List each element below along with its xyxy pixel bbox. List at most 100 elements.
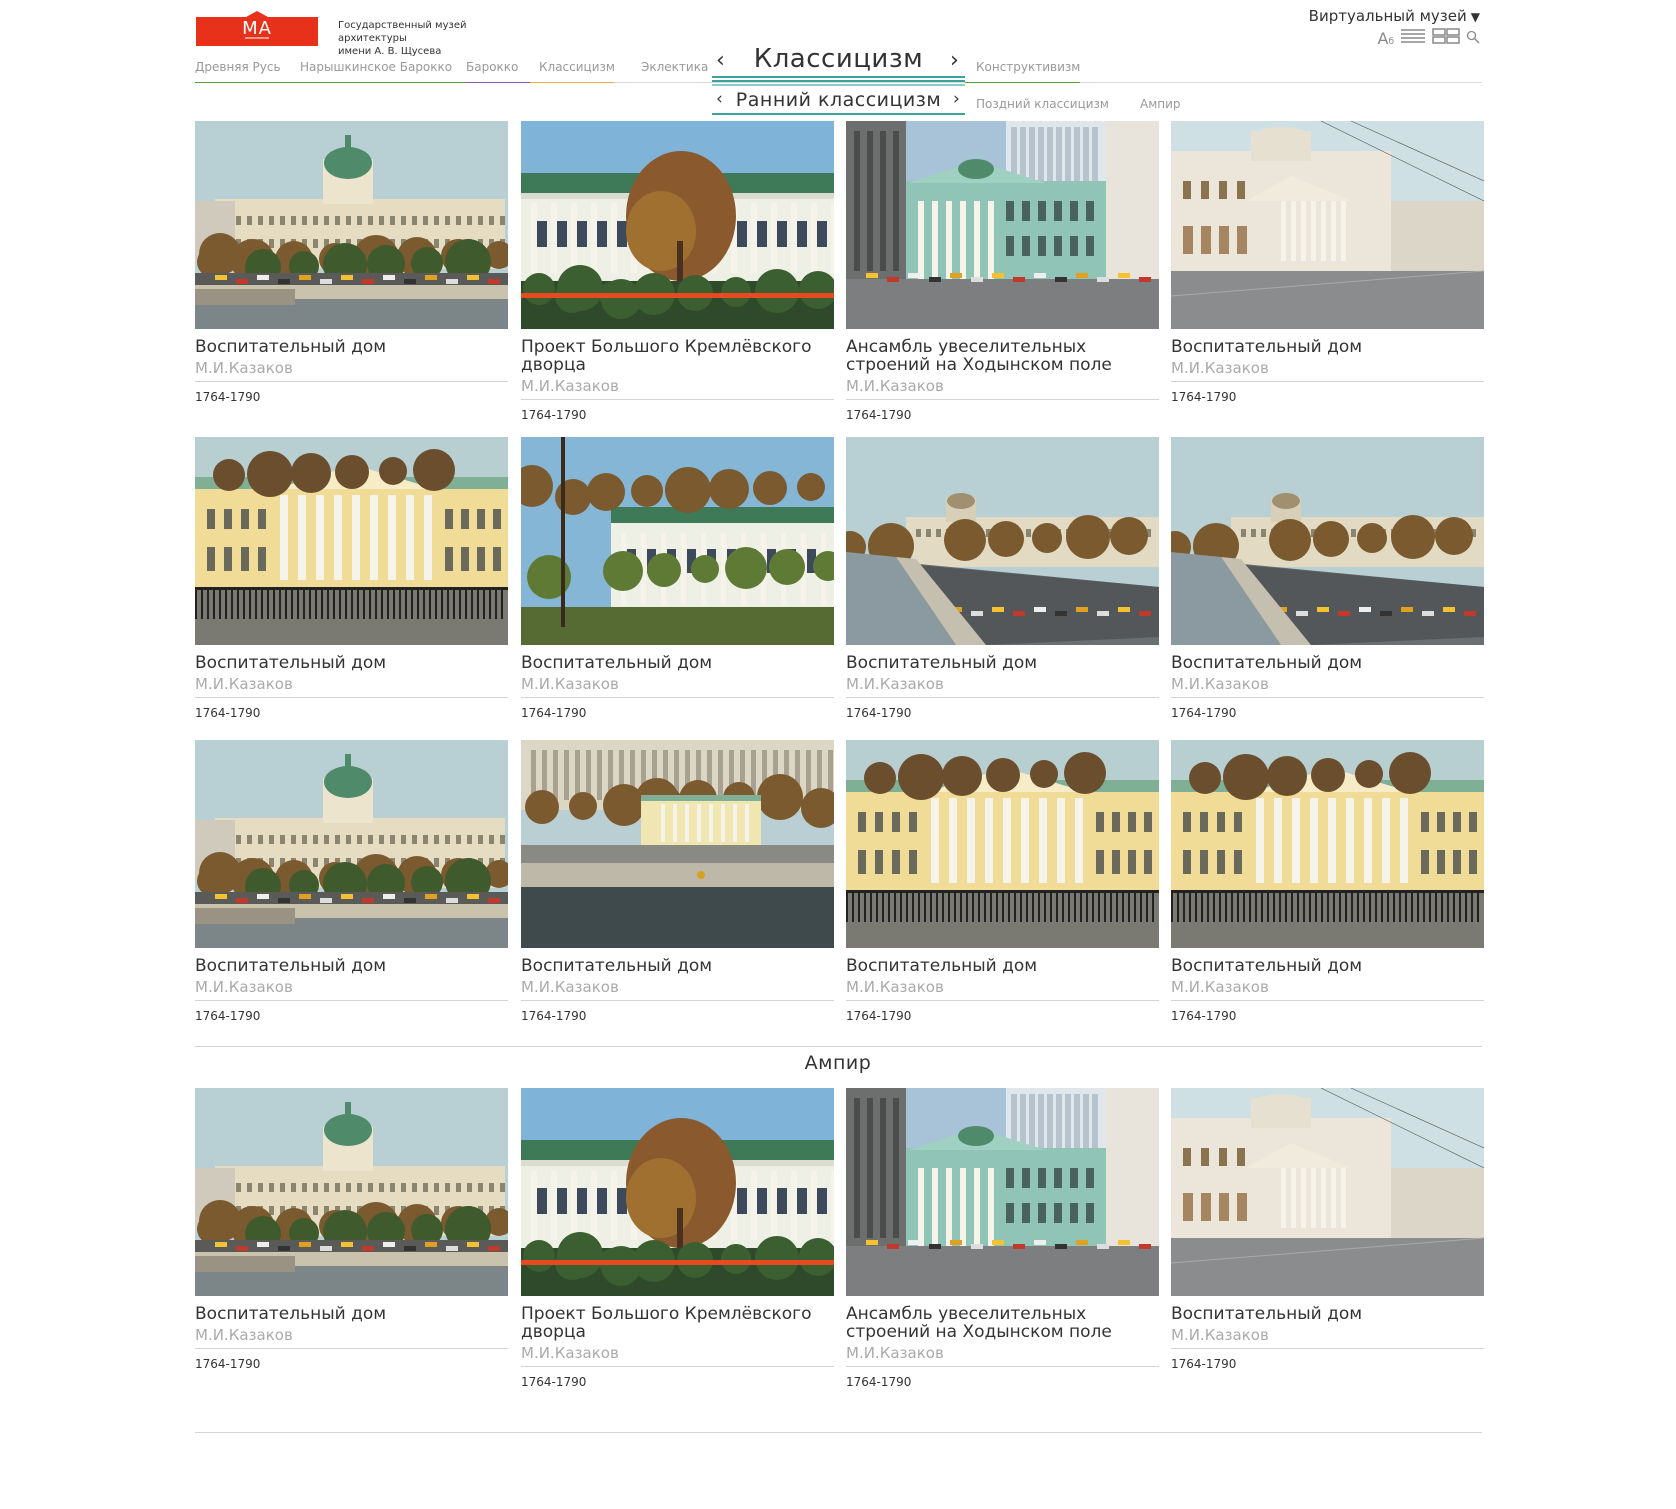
nav-item-baroque[interactable]: Барокко: [466, 60, 518, 80]
card-author[interactable]: М.И.Казаков: [1171, 978, 1484, 996]
gallery-card[interactable]: Воспитательный дом М.И.Казаков 1764-1790: [1171, 121, 1484, 404]
card-photo[interactable]: [195, 121, 508, 329]
gallery-card[interactable]: Ансамбль увеселительных строений на Ходы…: [846, 121, 1159, 422]
nav-item-ancient-rus[interactable]: Древняя Русь: [195, 60, 281, 80]
card-title[interactable]: Воспитательный дом: [521, 957, 834, 975]
card-author[interactable]: М.И.Казаков: [846, 377, 1159, 395]
nav-item-naryshkin-baroque[interactable]: Нарышкинское Барокко: [300, 60, 452, 80]
card-author[interactable]: М.И.Казаков: [195, 1326, 508, 1344]
card-date: 1764-1790: [846, 706, 912, 720]
card-date: 1764-1790: [846, 1009, 912, 1023]
card-photo[interactable]: [521, 437, 834, 645]
gallery-card[interactable]: Воспитательный дом М.И.Казаков 1764-1790: [195, 1088, 508, 1371]
chevron-right-icon[interactable]: ›: [950, 48, 959, 73]
gallery-card[interactable]: Воспитательный дом М.И.Казаков 1764-1790: [1171, 437, 1484, 720]
toolbar: Аб: [1377, 28, 1480, 48]
card-author[interactable]: М.И.Казаков: [521, 978, 834, 996]
card-title[interactable]: Воспитательный дом: [195, 338, 508, 356]
card-author[interactable]: М.И.Казаков: [521, 675, 834, 693]
card-author[interactable]: М.И.Казаков: [846, 978, 1159, 996]
card-photo[interactable]: [1171, 121, 1484, 329]
substyle-underline: [712, 113, 965, 115]
card-divider: [521, 697, 834, 698]
gallery-card[interactable]: Воспитательный дом М.И.Казаков 1764-1790: [846, 437, 1159, 720]
card-title[interactable]: Воспитательный дом: [846, 957, 1159, 975]
nav-item-eclecticism[interactable]: Эклектика: [641, 60, 708, 80]
card-title[interactable]: Воспитательный дом: [1171, 1305, 1484, 1323]
current-style-label: Классицизм: [753, 44, 924, 74]
nav-underline: [466, 82, 530, 83]
card-title[interactable]: Воспитательный дом: [1171, 654, 1484, 672]
virtual-museum-dropdown[interactable]: Виртуальный музей ▼: [1309, 7, 1480, 25]
card-title[interactable]: Воспитательный дом: [195, 1305, 508, 1323]
card-photo[interactable]: [1171, 437, 1484, 645]
card-divider: [846, 1000, 1159, 1001]
card-title[interactable]: Воспитательный дом: [1171, 338, 1484, 356]
card-date: 1764-1790: [1171, 390, 1237, 404]
grid-view-icon[interactable]: [1432, 28, 1460, 48]
card-author[interactable]: М.И.Казаков: [521, 377, 834, 395]
card-photo[interactable]: [846, 740, 1159, 948]
title-underline: [712, 84, 965, 86]
card-photo[interactable]: [1171, 740, 1484, 948]
card-author[interactable]: М.И.Казаков: [195, 978, 508, 996]
card-title[interactable]: Воспитательный дом: [195, 654, 508, 672]
card-author[interactable]: М.И.Казаков: [195, 675, 508, 693]
nav-item-constructivism[interactable]: Конструктивизм: [976, 60, 1080, 80]
card-photo[interactable]: [846, 437, 1159, 645]
subnav-item-empire[interactable]: Ампир: [1140, 97, 1181, 111]
nav-underline: [195, 82, 284, 83]
card-photo[interactable]: [1171, 1088, 1484, 1296]
card-title[interactable]: Проект Большого Кремлёвского дворца: [521, 338, 834, 374]
card-title[interactable]: Проект Большого Кремлёвского дворца: [521, 1305, 834, 1341]
list-view-icon[interactable]: [1400, 28, 1426, 48]
card-author[interactable]: М.И.Казаков: [846, 1344, 1159, 1362]
card-title[interactable]: Воспитательный дом: [195, 957, 508, 975]
card-author[interactable]: М.И.Казаков: [195, 359, 508, 377]
card-photo[interactable]: [195, 740, 508, 948]
card-author[interactable]: М.И.Казаков: [521, 1344, 834, 1362]
gallery-card[interactable]: Воспитательный дом М.И.Казаков 1764-1790: [1171, 1088, 1484, 1371]
card-title[interactable]: Ансамбль увеселительных строений на Ходы…: [846, 1305, 1159, 1341]
card-photo[interactable]: [521, 740, 834, 948]
font-size-icon[interactable]: Аб: [1377, 29, 1394, 48]
sub-chevron-right-icon[interactable]: ›: [953, 89, 960, 109]
card-date: 1764-1790: [1171, 1009, 1237, 1023]
gallery-card[interactable]: Ансамбль увеселительных строений на Ходы…: [846, 1088, 1159, 1389]
card-date: 1764-1790: [521, 1375, 587, 1389]
card-author[interactable]: М.И.Казаков: [846, 675, 1159, 693]
card-divider: [521, 399, 834, 400]
card-author[interactable]: М.И.Казаков: [1171, 675, 1484, 693]
card-title[interactable]: Воспитательный дом: [846, 654, 1159, 672]
card-title[interactable]: Воспитательный дом: [521, 654, 834, 672]
gallery-card[interactable]: Воспитательный дом М.И.Казаков 1764-1790: [195, 740, 508, 1023]
card-photo[interactable]: [195, 437, 508, 645]
card-title[interactable]: Воспитательный дом: [1171, 957, 1484, 975]
card-divider: [846, 1366, 1159, 1367]
card-divider: [1171, 1000, 1484, 1001]
card-date: 1764-1790: [846, 1375, 912, 1389]
card-author[interactable]: М.И.Казаков: [1171, 359, 1484, 377]
gallery-card[interactable]: Воспитательный дом М.И.Казаков 1764-1790: [1171, 740, 1484, 1023]
gallery-card[interactable]: Проект Большого Кремлёвского дворца М.И.К…: [521, 121, 834, 422]
card-date: 1764-1790: [195, 390, 261, 404]
gallery-card[interactable]: Воспитательный дом М.И.Казаков 1764-1790: [521, 740, 834, 1023]
gallery-card[interactable]: Воспитательный дом М.И.Казаков 1764-1790: [195, 437, 508, 720]
nav-item-classicism[interactable]: Классицизм: [539, 60, 615, 80]
card-photo[interactable]: [521, 121, 834, 329]
search-icon[interactable]: [1466, 29, 1480, 48]
card-divider: [521, 1366, 834, 1367]
museum-logo[interactable]: MA: [196, 11, 318, 46]
gallery-card[interactable]: Воспитательный дом М.И.Казаков 1764-1790: [195, 121, 508, 404]
card-photo[interactable]: [846, 1088, 1159, 1296]
gallery-card[interactable]: Воспитательный дом М.И.Казаков 1764-1790: [521, 437, 834, 720]
card-photo[interactable]: [195, 1088, 508, 1296]
card-title[interactable]: Ансамбль увеселительных строений на Ходы…: [846, 338, 1159, 374]
dropdown-arrow-icon: ▼: [1470, 10, 1480, 24]
card-photo[interactable]: [521, 1088, 834, 1296]
gallery-card[interactable]: Проект Большого Кремлёвского дворца М.И.К…: [521, 1088, 834, 1389]
card-photo[interactable]: [846, 121, 1159, 329]
card-author[interactable]: М.И.Казаков: [1171, 1326, 1484, 1344]
gallery-card[interactable]: Воспитательный дом М.И.Казаков 1764-1790: [846, 740, 1159, 1023]
subnav-item-late-classicism[interactable]: Поздний классицизм: [976, 97, 1109, 111]
